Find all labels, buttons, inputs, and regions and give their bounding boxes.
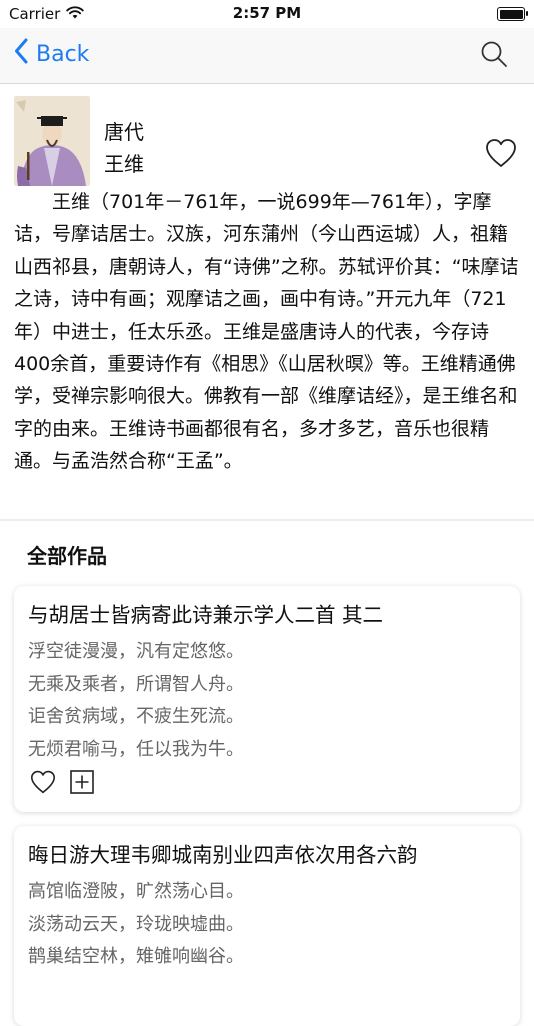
heart-icon <box>485 139 517 172</box>
favorite-poem-button[interactable] <box>30 770 56 798</box>
poem-line: 无乘及乘者，所谓智人舟。 <box>28 673 244 695</box>
poem-title: 与胡居士皆病寄此诗兼示学人二首 其二 <box>28 603 384 627</box>
poem-title: 晦日游大理韦卿城南别业四声依次用各六韵 <box>28 843 418 867</box>
status-bar: Carrier 2:57 PM <box>0 0 534 28</box>
plus-square-icon <box>70 770 94 798</box>
search-button[interactable] <box>480 40 508 72</box>
author-dynasty: 唐代 <box>104 120 144 144</box>
add-to-collection-button[interactable] <box>70 770 94 798</box>
poem-line: 淡荡动云天，玲珑映墟曲。 <box>28 913 244 935</box>
navigation-bar: Back <box>0 28 534 84</box>
author-portrait <box>14 96 90 186</box>
poem-excerpt: 浮空徒漫漫，汎有定悠悠。 无乘及乘者，所谓智人舟。 讵舍贫病域，不疲生死流。 无… <box>28 636 244 766</box>
battery-icon <box>497 7 528 21</box>
author-biography: 王维（701年－761年，一说699年—761年），字摩诘，号摩诘居士。汉族，河… <box>14 191 519 473</box>
poem-card[interactable]: 晦日游大理韦卿城南别业四声依次用各六韵 高馆临澄陂，旷然荡心目。 淡荡动云天，玲… <box>14 826 520 1026</box>
section-divider <box>0 519 534 521</box>
poem-line: 高馆临澄陂，旷然荡心目。 <box>28 881 244 902</box>
poem-line: 浮空徒漫漫，汎有定悠悠。 <box>28 641 244 662</box>
back-label: Back <box>36 41 90 67</box>
works-section-title: 全部作品 <box>27 544 107 568</box>
author-name: 王维 <box>104 152 144 176</box>
heart-icon <box>30 770 56 798</box>
favorite-author-button[interactable] <box>485 138 517 172</box>
poem-line: 鹊巢结空林，雉雊响幽谷。 <box>28 946 244 967</box>
status-time: 2:57 PM <box>232 4 302 22</box>
poem-card[interactable]: 与胡居士皆病寄此诗兼示学人二首 其二 浮空徒漫漫，汎有定悠悠。 无乘及乘者，所谓… <box>14 586 520 812</box>
search-icon <box>480 41 508 72</box>
poem-actions <box>30 770 94 798</box>
poem-excerpt: 高馆临澄陂，旷然荡心目。 淡荡动云天，玲珑映墟曲。 鹊巢结空林，雉雊响幽谷。 <box>28 876 244 974</box>
chevron-left-icon <box>14 38 28 70</box>
poem-line: 无烦君喻马，任以我为牛。 <box>28 738 244 760</box>
back-button[interactable]: Back <box>14 38 89 70</box>
poem-line: 讵舍贫病域，不疲生死流。 <box>28 706 244 727</box>
